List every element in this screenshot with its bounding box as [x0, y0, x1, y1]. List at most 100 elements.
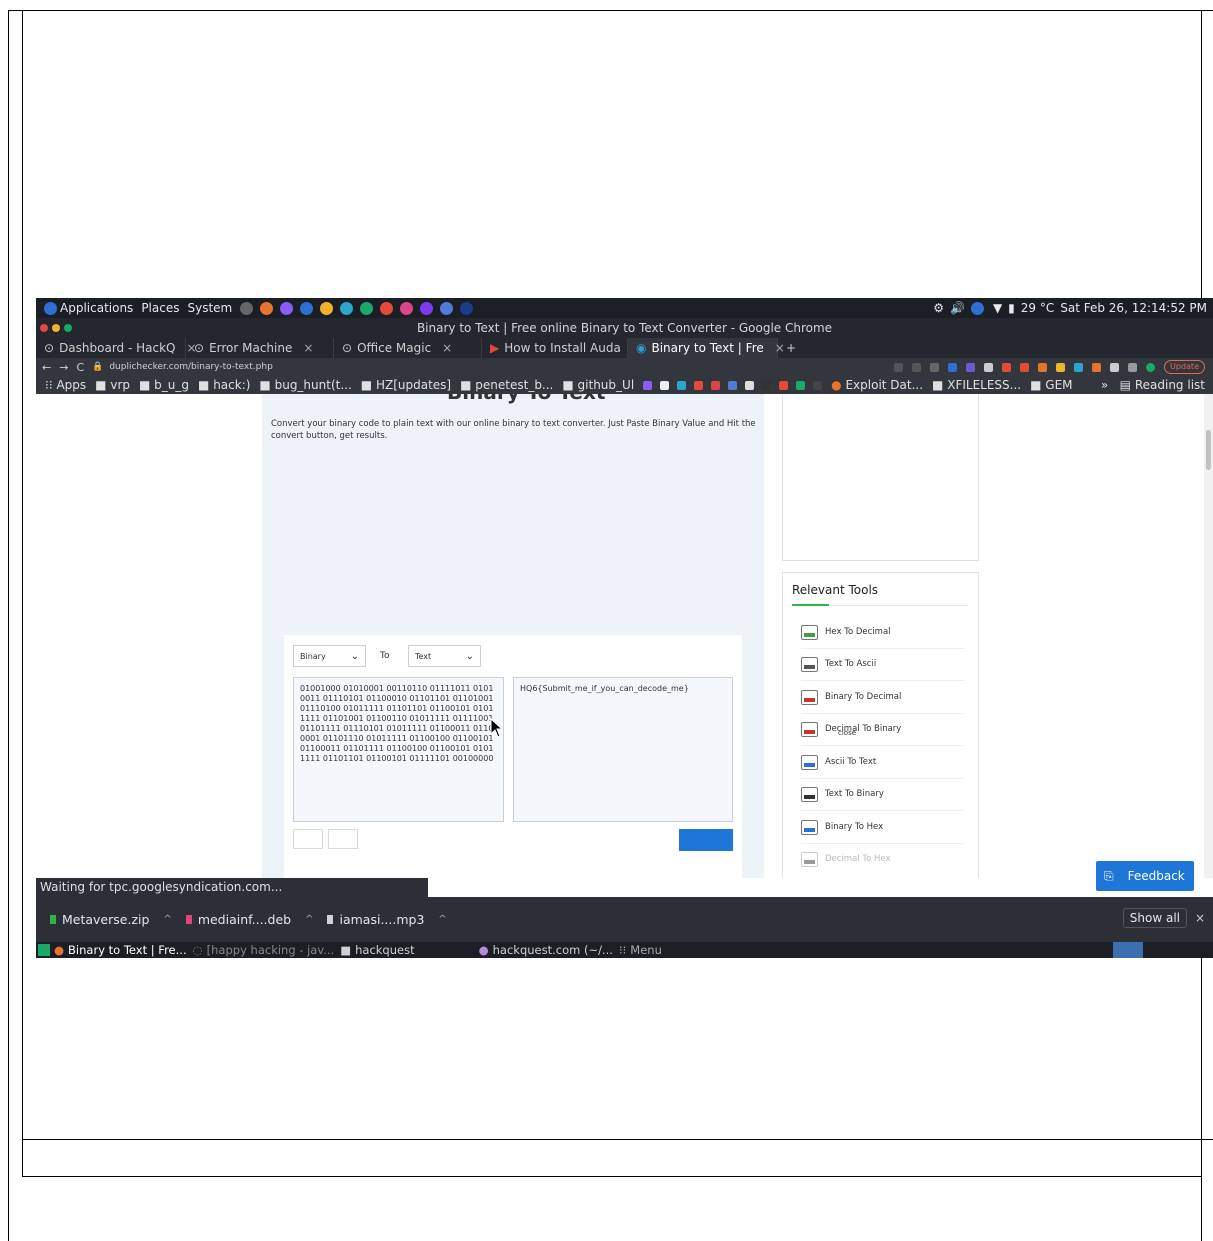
tab-office-magic[interactable]: ⊙ Office Magic × [334, 338, 482, 358]
tab-audacity[interactable]: ▶How to Install Auda× [482, 338, 642, 358]
bookmark-favicon-icon[interactable] [660, 380, 670, 390]
tool-link-text-to-ascii[interactable]: Text To Ascii [801, 648, 965, 681]
taskbar-item-terminal[interactable]: ● hackquest.com (~/... [479, 943, 613, 957]
tray-chrome-icon[interactable] [1113, 942, 1143, 958]
network-icon[interactable]: ⚙ [933, 301, 944, 315]
to-format-select[interactable]: Text ⌄ [408, 645, 481, 667]
star-icon[interactable] [930, 362, 940, 372]
more-bookmarks-icon[interactable]: » [1101, 378, 1108, 392]
gmail-icon[interactable] [711, 380, 721, 390]
bookmark-folder[interactable]: ■ vrp [95, 378, 130, 392]
feedback-button[interactable]: ⎘ Feedback [1096, 861, 1194, 891]
address-input[interactable]: duplichecker.com/binary-to-text.php [109, 362, 272, 372]
chrome-launcher-icon[interactable] [380, 301, 394, 315]
firefox-launcher-icon[interactable] [260, 301, 274, 315]
scrollbar-thumb[interactable] [1206, 430, 1211, 470]
tool-link-ascii-to-text[interactable]: Ascii To Text [801, 746, 965, 779]
github-icon[interactable] [745, 380, 755, 390]
bookmark-favicon-icon[interactable] [694, 380, 704, 390]
puzzle-icon[interactable] [1110, 362, 1120, 372]
text-output[interactable]: HQ6{Submit_me_if_you_can_decode_me} [513, 677, 733, 822]
system-menu[interactable]: System [187, 301, 232, 315]
browser-launcher-icon[interactable] [320, 301, 334, 315]
ad-close-label[interactable]: close [838, 729, 856, 737]
bookmark-favicon-icon[interactable] [643, 380, 653, 390]
close-shelf-icon[interactable]: × [1195, 911, 1205, 925]
tool-link-decimal-to-hex[interactable]: Decimal To Hex [801, 843, 965, 875]
bookmark-exploit-db[interactable]: ● Exploit Dat... [831, 378, 923, 392]
app-launcher-icon[interactable] [360, 301, 374, 315]
bookmark-folder[interactable]: ■ XFILELESS... [932, 378, 1021, 392]
chevron-up-icon[interactable]: ^ [305, 914, 313, 925]
extension-icon[interactable] [948, 362, 958, 372]
reload-icon[interactable]: C [76, 361, 92, 374]
audio-launcher-icon[interactable] [460, 301, 474, 315]
show-all-downloads-button[interactable]: Show all [1122, 908, 1187, 928]
maximize-window-button[interactable] [64, 324, 72, 332]
bookmark-folder[interactable]: ■ penetest_b... [460, 378, 553, 392]
extension-icon[interactable] [894, 362, 904, 372]
wifi-icon[interactable]: ▼ [993, 301, 1002, 315]
bookmark-folder[interactable]: ■ github_Ul [562, 378, 634, 392]
extension-icon[interactable] [1020, 362, 1030, 372]
tab-binary-to-text[interactable]: ◉ Binary to Text | Fre × [628, 338, 785, 358]
extension-icon[interactable] [984, 362, 994, 372]
extension-icon[interactable] [966, 362, 976, 372]
twitter-icon[interactable] [677, 380, 687, 390]
bookmark-favicon-icon[interactable] [762, 380, 772, 390]
taskbar-item-menu[interactable]: ⁝⁝ Menu [619, 943, 662, 957]
extension-icon[interactable] [912, 362, 922, 372]
from-format-select[interactable]: Binary ⌄ [293, 645, 366, 667]
terminal-launcher-icon[interactable] [240, 301, 254, 315]
bookmark-favicon-icon[interactable] [813, 380, 823, 390]
tab-close-icon[interactable]: × [442, 338, 452, 358]
tray-app-icon[interactable] [970, 301, 984, 315]
page-scrollbar[interactable] [1204, 394, 1213, 878]
bookmark-folder[interactable]: ■ bug_hunt(t... [259, 378, 351, 392]
download-item[interactable]: mediainf....deb ^ [185, 912, 313, 927]
taskbar-item-folder[interactable]: ■ hackquest [340, 943, 414, 957]
notes-launcher-icon[interactable] [280, 301, 294, 315]
bookmark-favicon-icon[interactable] [728, 380, 738, 390]
bookmark-folder[interactable]: ■ b_u_g [139, 378, 189, 392]
lock-icon[interactable]: 🔒 [92, 362, 103, 372]
update-button[interactable]: Update [1164, 360, 1205, 374]
tool-link-binary-to-decimal[interactable]: Binary To Decimal [801, 681, 965, 714]
minimize-window-button[interactable] [52, 324, 60, 332]
tab-error-machine[interactable]: ⊙ Error Machine × [186, 338, 334, 358]
app-launcher-icon[interactable] [340, 301, 354, 315]
queue-icon[interactable] [1128, 362, 1138, 372]
extension-icon[interactable] [1092, 362, 1102, 372]
tab-close-icon[interactable]: × [303, 338, 313, 358]
binary-input[interactable]: 01001000 01010001 00110110 01111011 0101… [293, 677, 504, 822]
app-launcher-icon[interactable] [400, 301, 414, 315]
tool-link-binary-to-hex[interactable]: Binary To Hex [801, 811, 965, 844]
close-window-button[interactable] [40, 324, 48, 332]
places-menu[interactable]: Places [141, 301, 179, 315]
bookmark-folder[interactable]: ■ hack:) [198, 378, 250, 392]
app-launcher-icon[interactable] [420, 301, 434, 315]
extension-icon[interactable] [1056, 362, 1066, 372]
extension-icon[interactable] [1002, 362, 1012, 372]
applications-menu[interactable]: Applications [44, 301, 133, 315]
youtube-icon[interactable] [779, 380, 789, 390]
convert-button[interactable] [679, 829, 733, 851]
apps-bookmark[interactable]: ⁝⁝ Apps [45, 378, 86, 392]
bookmark-favicon-icon[interactable] [796, 380, 806, 390]
extension-icon[interactable] [1074, 362, 1084, 372]
download-item[interactable]: Metaverse.zip ^ [50, 912, 172, 927]
tab-dashboard[interactable]: ⊙ Dashboard - HackQ × [36, 338, 197, 358]
copy-button[interactable] [293, 829, 323, 849]
extension-icon[interactable] [1038, 362, 1048, 372]
tool-link-decimal-to-binary[interactable]: Decimal To Binary [801, 713, 965, 746]
profile-avatar-icon[interactable] [1146, 362, 1156, 372]
taskbar-item-editor[interactable]: ◌ [happy hacking - jav... [193, 943, 335, 957]
bookmark-folder[interactable]: ■ HZ[updates] [361, 378, 451, 392]
forward-icon[interactable]: → [59, 361, 76, 374]
download-item[interactable]: iamasi....mp3 ^ [327, 912, 447, 927]
clock-label[interactable]: Sat Feb 26, 12:14:52 PM [1060, 301, 1207, 315]
battery-icon[interactable]: ▮ [1008, 301, 1015, 315]
chevron-up-icon[interactable]: ^ [438, 914, 446, 925]
settings-launcher-icon[interactable] [300, 301, 314, 315]
volume-icon[interactable]: 🔊 [950, 301, 965, 315]
